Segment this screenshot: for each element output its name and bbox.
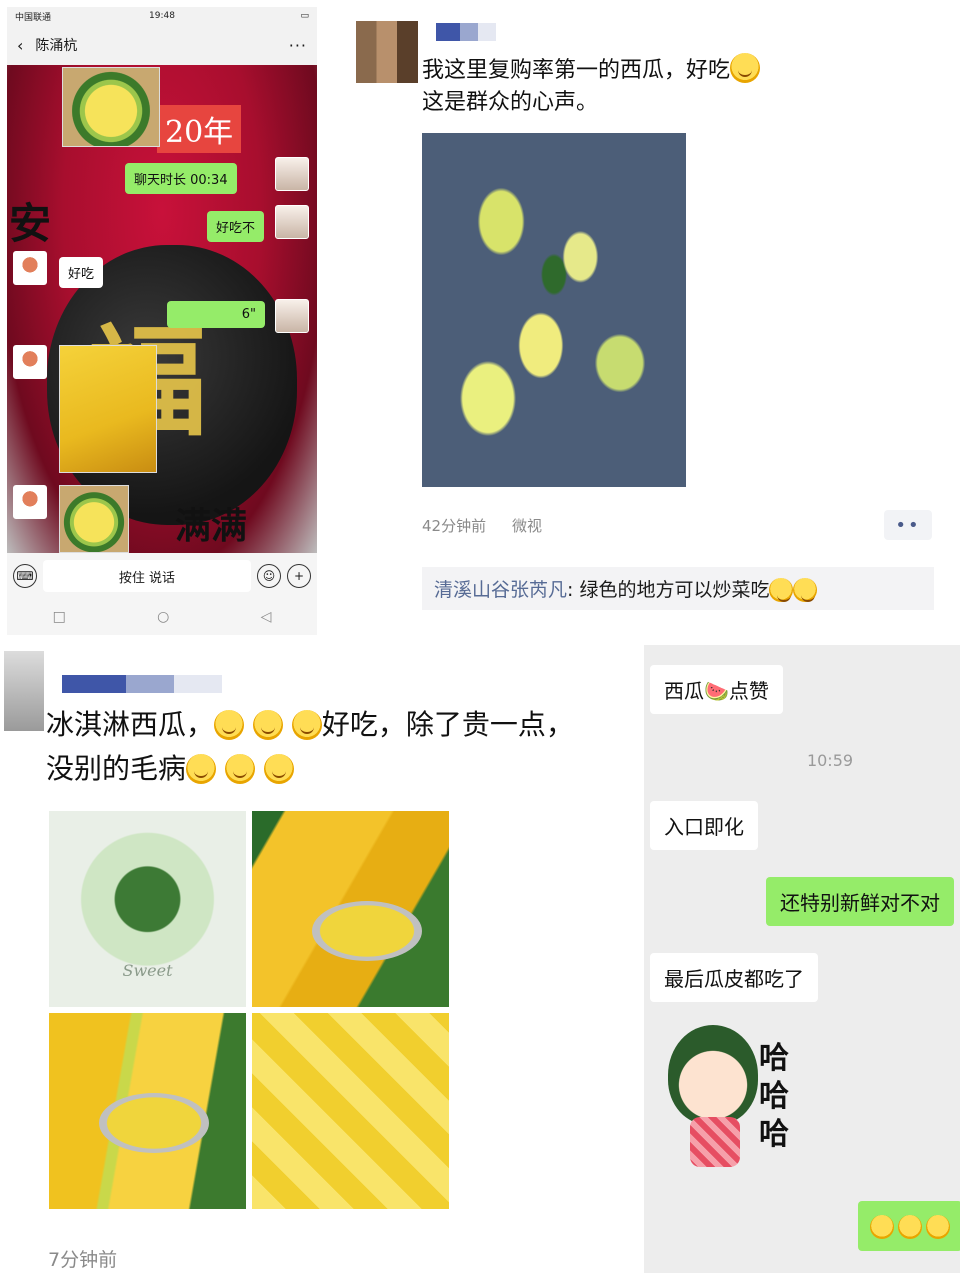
commenter-name[interactable]: 清溪山谷张芮凡: [434, 579, 567, 601]
hold-to-talk-button[interactable]: 按住 说话: [43, 560, 251, 592]
chat-background: 福 20年 安 满满 聊天时长 00:34 好吃不 好吃 6": [7, 65, 317, 553]
grin-emoji-icon: [730, 53, 761, 83]
chat-bubble[interactable]: 入口即化: [650, 801, 758, 850]
avatar[interactable]: [13, 345, 47, 379]
avatar[interactable]: [275, 205, 309, 239]
cat-emoji-icon: [291, 710, 322, 740]
chat-input-bar: ⌨ 按住 说话 ☺ +: [7, 553, 317, 599]
post-text-line-1: 冰淇淋西瓜，: [46, 708, 215, 741]
laugh-cry-emoji-icon: [926, 1214, 950, 1239]
post-text-line-2: 没别的毛病: [46, 752, 187, 785]
phone-chat-screenshot: 中国联通 19:48 ▭ ‹ 陈涌杭 ··· 福 20年 安 满满 聊天时长 0…: [7, 7, 317, 635]
back-nav-icon[interactable]: ◁: [261, 609, 272, 625]
moments-post-1: 我这里复购率第一的西瓜，好吃 这是群众的心声。 42分钟前 微视 •• 清溪山谷…: [340, 5, 960, 635]
plus-icon[interactable]: +: [287, 564, 311, 588]
more-icon[interactable]: ···: [289, 36, 307, 55]
laugh-emoji-icon: [769, 578, 794, 602]
laugh-cry-emoji-icon: [870, 1214, 894, 1239]
chat-bubble[interactable]: 西瓜🍉点赞: [650, 665, 783, 714]
avatar[interactable]: [275, 299, 309, 333]
post-text-line-2: 这是群众的心声。: [422, 90, 599, 115]
background-char-left: 安: [9, 199, 52, 248]
spoon-image: [99, 1093, 209, 1153]
post-text: 冰淇淋西瓜， 好吃，除了贵一点，: [46, 705, 574, 745]
moments-post-2: 冰淇淋西瓜， 好吃，除了贵一点， 没别的毛病 Sweet 7分钟前: [0, 645, 640, 1280]
sticker-head: [668, 1025, 758, 1125]
post-time: 7分钟前: [48, 1249, 118, 1271]
background-text-bottom: 满满: [175, 505, 248, 547]
avatar[interactable]: [356, 21, 418, 83]
chat-time-label: 10:59: [806, 751, 854, 770]
chat-header: ‹ 陈涌杭 ···: [7, 25, 317, 65]
spoon-image: [312, 901, 422, 961]
post-text-line-1b: 好吃，除了贵一点，: [321, 708, 574, 741]
system-nav-bar: □ ○ ◁: [7, 599, 317, 635]
photo-grid-item-spoon[interactable]: [49, 1013, 246, 1209]
photo-grid-item-cubes[interactable]: [252, 1013, 449, 1209]
post-text-line-1: 我这里复购率第一的西瓜，好吃: [422, 58, 731, 83]
poster-name-redacted[interactable]: [436, 23, 496, 41]
laugh-cry-emoji-icon: [898, 1214, 922, 1239]
chat-screenshot-2: 西瓜🍉点赞 10:59 入口即化 还特别新鲜对不对 最后瓜皮都吃了 哈 哈 哈: [644, 645, 960, 1273]
year-label: 20年: [157, 105, 242, 153]
comment: 清溪山谷张芮凡: 绿色的地方可以炒菜吃: [422, 567, 934, 610]
home-icon[interactable]: ○: [157, 609, 169, 625]
chat-bubble-question[interactable]: 好吃不: [207, 211, 265, 242]
back-icon[interactable]: ‹: [17, 36, 23, 55]
thinking-emoji-icon: [224, 754, 255, 784]
sticker-text: 哈: [759, 1117, 789, 1152]
emoji-icon[interactable]: ☺: [257, 564, 281, 588]
photo-grid-item-watermelon[interactable]: Sweet: [49, 811, 246, 1007]
avatar[interactable]: [4, 651, 44, 731]
thinking-emoji-icon: [263, 754, 294, 784]
cat-emoji-icon: [252, 710, 283, 740]
post-source[interactable]: 微视: [512, 515, 542, 536]
chat-bubble-sent[interactable]: 还特别新鲜对不对: [766, 877, 954, 926]
post-time: 42分钟前: [422, 517, 487, 535]
status-time: 19:48: [149, 11, 175, 21]
poster-name-redacted[interactable]: [62, 675, 222, 693]
laugh-emoji-icon: [793, 578, 818, 602]
chat-bubble-call-duration[interactable]: 聊天时长 00:34: [125, 163, 237, 194]
comment-text: : 绿色的地方可以炒菜吃: [567, 579, 770, 601]
contact-name: 陈涌杭: [35, 38, 78, 54]
voice-icon[interactable]: ⌨: [13, 564, 37, 588]
photo-grid-item-spoon[interactable]: [252, 811, 449, 1007]
grid-caption: Sweet: [122, 961, 173, 980]
melon-photo-message[interactable]: [59, 485, 129, 553]
avatar[interactable]: [275, 157, 309, 191]
post-text-line-2-row: 没别的毛病: [46, 749, 294, 789]
status-bar: 中国联通 19:48 ▭: [7, 7, 317, 25]
voice-message-bubble[interactable]: 6": [167, 301, 265, 328]
recent-apps-icon[interactable]: □: [53, 609, 66, 625]
watermelon-rind-photo[interactable]: [422, 133, 686, 487]
more-actions-button[interactable]: ••: [884, 510, 932, 540]
chat-bubble[interactable]: 最后瓜皮都吃了: [650, 953, 818, 1002]
cat-emoji-icon: [214, 710, 245, 740]
post-text: 我这里复购率第一的西瓜，好吃: [422, 53, 761, 87]
emoji-message-sent[interactable]: [858, 1201, 960, 1251]
gift-box-photo-message[interactable]: [59, 345, 157, 473]
sticker-body: [690, 1117, 740, 1167]
melon-photo-message[interactable]: [62, 67, 160, 147]
avatar[interactable]: [13, 485, 47, 519]
thinking-emoji-icon: [186, 754, 217, 784]
chat-bubble-answer[interactable]: 好吃: [59, 257, 104, 288]
laughing-girl-sticker[interactable]: 哈 哈 哈: [654, 1025, 814, 1175]
avatar[interactable]: [13, 251, 47, 285]
